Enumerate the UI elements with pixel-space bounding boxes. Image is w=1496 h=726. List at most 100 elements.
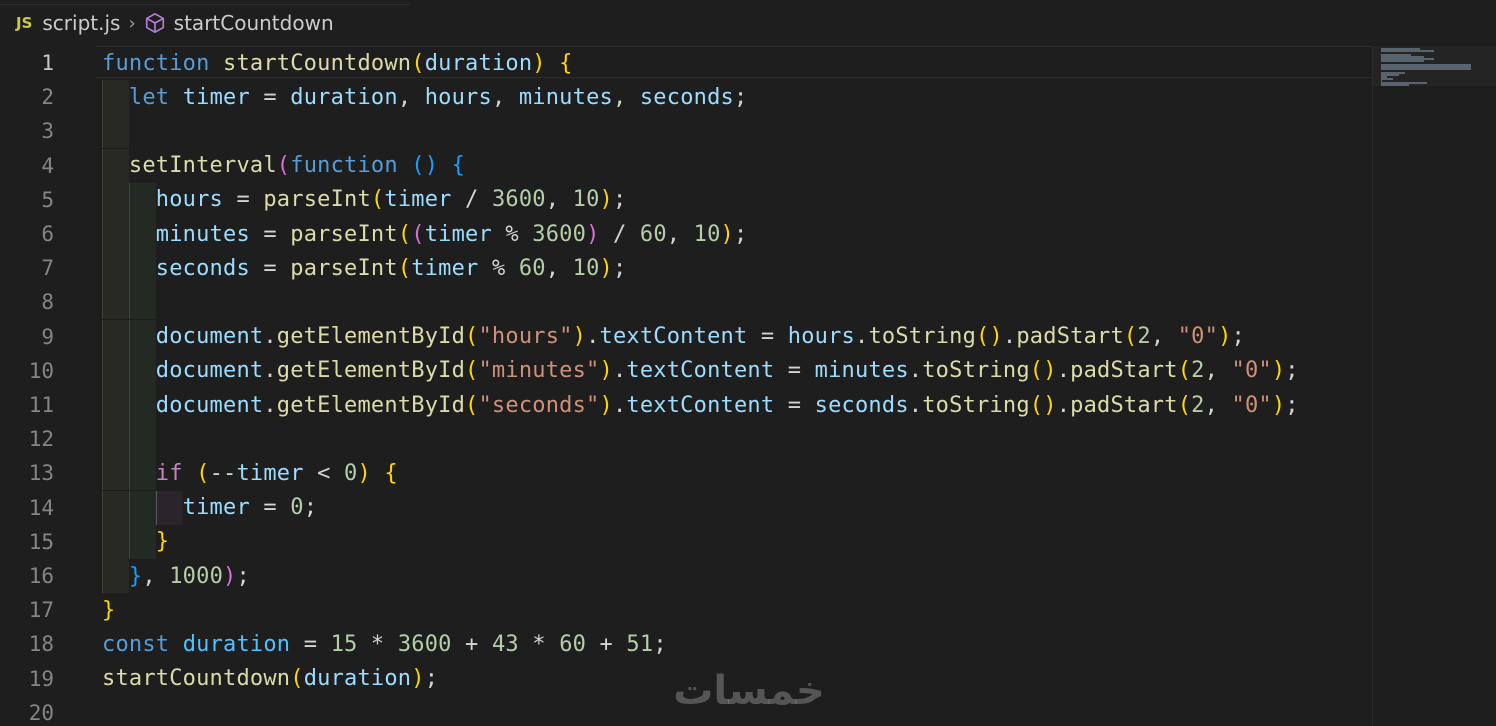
- code-text[interactable]: document.getElementById("seconds").textC…: [102, 393, 1299, 418]
- code-token: getElementById: [276, 392, 466, 418]
- code-line[interactable]: 1 function startCountdown(duration) {: [0, 46, 1372, 80]
- code-text[interactable]: if (--timer < 0) {: [102, 461, 398, 486]
- code-token: getElementById: [276, 324, 466, 350]
- minimap[interactable]: [1372, 46, 1496, 726]
- javascript-file-icon: JS: [16, 14, 33, 32]
- code-text[interactable]: const duration = 15 * 3600 + 43 * 60 + 5…: [102, 632, 667, 657]
- code-token: toString: [922, 358, 1030, 384]
- code-token: .: [612, 392, 627, 418]
- code-token: ): [720, 221, 734, 247]
- code-token: 2: [1137, 324, 1151, 350]
- code-token: (: [370, 187, 385, 213]
- code-token: .: [1056, 358, 1071, 384]
- code-token: (: [465, 324, 479, 350]
- code-token: ;: [653, 631, 667, 657]
- code-token: toString: [868, 324, 977, 350]
- line-number: 18: [28, 632, 54, 657]
- minimap-line: [1381, 60, 1424, 62]
- code-token: .: [1056, 392, 1071, 418]
- code-line[interactable]: 11 document.getElementById("seconds").te…: [0, 388, 1372, 422]
- code-token: =: [223, 187, 264, 213]
- code-line[interactable]: 14 timer = 0;: [0, 490, 1372, 525]
- code-text[interactable]: }, 1000);: [102, 564, 250, 589]
- code-line[interactable]: 9 document.getElementById("hours").textC…: [0, 319, 1372, 354]
- code-line[interactable]: 16 }, 1000);: [0, 559, 1372, 593]
- code-token: =: [249, 255, 291, 281]
- code-token: document: [155, 324, 264, 350]
- code-text[interactable]: document.getElementById("hours").textCon…: [102, 324, 1245, 349]
- breadcrumb-symbol[interactable]: startCountdown: [174, 11, 334, 35]
- code-token: startCountdown: [223, 50, 412, 76]
- code-line[interactable]: 13 if (--timer < 0) {: [0, 456, 1372, 491]
- breadcrumb-file[interactable]: script.js: [42, 11, 120, 35]
- code-line[interactable]: 12: [0, 422, 1372, 457]
- code-line[interactable]: 3: [0, 114, 1372, 149]
- code-token: (: [411, 221, 425, 247]
- code-token: .: [908, 358, 923, 384]
- code-text[interactable]: hours = parseInt(timer / 3600, 10);: [102, 187, 626, 212]
- indent-guide: [102, 422, 129, 457]
- code-token: let: [128, 84, 170, 110]
- code-token: 10: [693, 221, 721, 247]
- code-token: 1000: [169, 563, 224, 589]
- code-token: duration: [303, 666, 412, 692]
- code-token: .: [586, 324, 600, 350]
- code-token: 60: [518, 255, 546, 281]
- code-line[interactable]: 17}: [0, 593, 1372, 627]
- code-token: 51: [626, 631, 654, 657]
- code-token: 60: [639, 221, 667, 247]
- code-line[interactable]: 8: [0, 285, 1372, 320]
- code-line[interactable]: 18 const duration = 15 * 3600 + 43 * 60 +…: [0, 627, 1372, 661]
- code-text[interactable]: setInterval(function () {: [102, 153, 465, 178]
- code-token: (: [196, 460, 210, 486]
- code-token: 60: [559, 631, 587, 657]
- code-token: 2: [1191, 358, 1205, 384]
- code-token: /: [451, 187, 492, 213]
- code-line[interactable]: 4 setInterval(function () {: [0, 148, 1372, 183]
- code-token: +: [586, 631, 627, 657]
- code-text[interactable]: document.getElementById("minutes").textC…: [102, 358, 1299, 383]
- code-token: ): [411, 666, 425, 692]
- code-token: (: [411, 50, 425, 76]
- code-text[interactable]: let timer = duration, hours, minutes, se…: [102, 85, 747, 110]
- code-line[interactable]: 15 }: [0, 524, 1372, 559]
- code-text[interactable]: seconds = parseInt(timer % 60, 10);: [102, 256, 626, 281]
- code-token: =: [747, 324, 788, 350]
- code-line[interactable]: 5 hours = parseInt(timer / 3600, 10);: [0, 182, 1372, 217]
- code-text[interactable]: function startCountdown(duration) {: [102, 51, 573, 76]
- code-token: 2: [1191, 392, 1205, 418]
- code-text[interactable]: startCountdown(duration);: [102, 666, 438, 691]
- code-token: "0": [1177, 324, 1219, 350]
- code-text[interactable]: }: [102, 529, 169, 554]
- code-token: "seconds": [478, 392, 600, 418]
- code-text[interactable]: }: [102, 598, 115, 623]
- code-token: ;: [612, 255, 627, 281]
- code-line[interactable]: 2 let timer = duration, hours, minutes, …: [0, 80, 1372, 115]
- code-token: ): [586, 221, 600, 247]
- code-area[interactable]: 1 function startCountdown(duration) {2 le…: [0, 46, 1372, 726]
- code-text[interactable]: timer = 0;: [102, 495, 317, 520]
- code-token: (): [976, 324, 1003, 350]
- code-token: ): [1271, 392, 1286, 418]
- code-line[interactable]: 6 minutes = parseInt((timer % 3600) / 60…: [0, 217, 1372, 251]
- code-token: *: [518, 631, 560, 657]
- minimap-line: [1381, 78, 1394, 80]
- code-line[interactable]: 7 seconds = parseInt(timer % 60, 10);: [0, 251, 1372, 286]
- code-token: ): [223, 563, 237, 589]
- code-token: .: [612, 358, 627, 384]
- code-token: textContent: [599, 324, 748, 350]
- code-token: (: [397, 255, 412, 281]
- code-line[interactable]: 10 document.getElementById("minutes").te…: [0, 353, 1372, 388]
- code-token: seconds: [155, 255, 250, 281]
- indent-guide: [129, 285, 156, 320]
- line-number: 5: [41, 187, 54, 212]
- line-number: 14: [28, 495, 54, 520]
- code-token: --: [209, 460, 237, 486]
- code-text[interactable]: minutes = parseInt((timer % 3600) / 60, …: [102, 222, 747, 247]
- cube-icon: [145, 13, 164, 33]
